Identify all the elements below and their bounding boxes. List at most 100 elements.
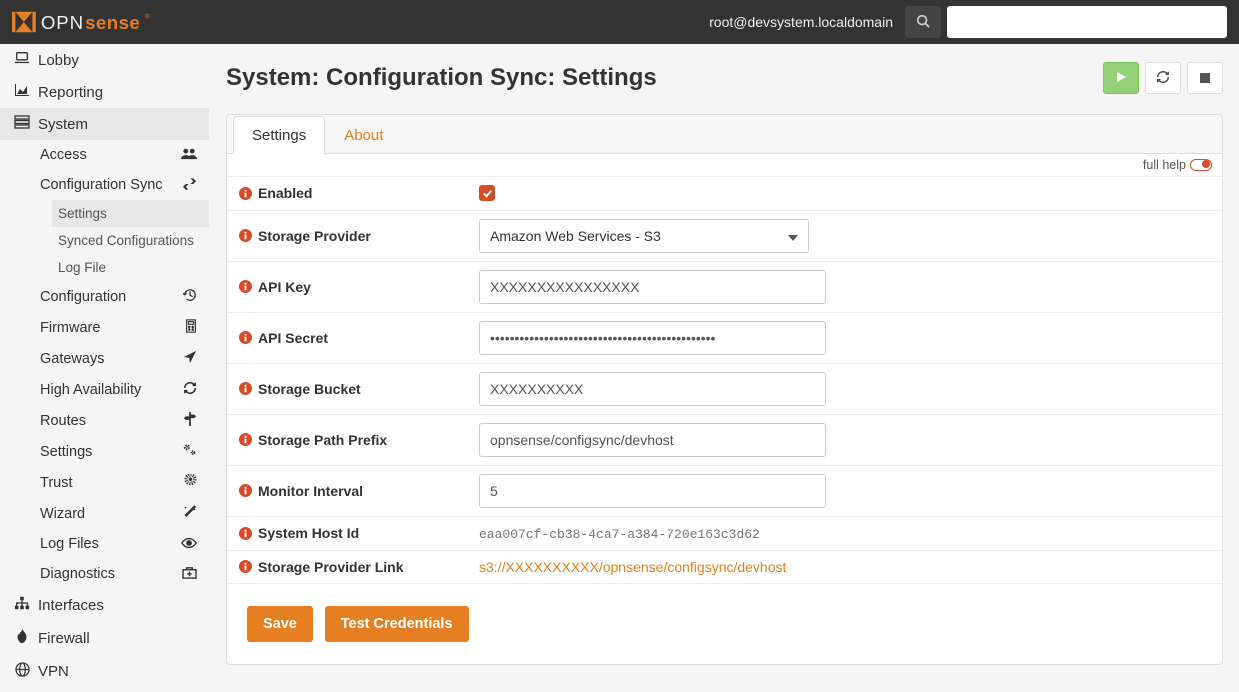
sidebar-item-label: Synced Configurations: [58, 233, 199, 248]
sidebar-item-reporting[interactable]: Reporting: [0, 76, 209, 108]
sidebar-item-interfaces[interactable]: Interfaces: [0, 589, 209, 621]
info-icon[interactable]: [239, 484, 252, 497]
info-icon[interactable]: [239, 560, 252, 573]
service-stop-button[interactable]: [1187, 62, 1223, 94]
sidebar-item-label: Routes: [40, 413, 183, 429]
full-help-label: full help: [1143, 158, 1186, 172]
server-icon: [12, 115, 32, 133]
sidebar-item-label: Lobby: [38, 52, 199, 69]
sidebar-item-settings-sub[interactable]: Settings: [52, 200, 209, 227]
service-start-button[interactable]: [1103, 62, 1139, 94]
save-button[interactable]: Save: [247, 606, 313, 642]
api-key-input[interactable]: [479, 270, 826, 304]
magic-icon: [183, 505, 197, 522]
sidebar-item-synced-configurations[interactable]: Synced Configurations: [52, 227, 209, 254]
sidebar-item-system[interactable]: System: [0, 108, 209, 140]
svg-text:®: ®: [145, 13, 150, 21]
info-icon[interactable]: [239, 187, 252, 200]
sidebar-item-log-files[interactable]: Log Files: [40, 529, 209, 559]
field-label: Storage Provider: [258, 228, 371, 244]
field-label: Enabled: [258, 185, 312, 201]
info-icon[interactable]: [239, 331, 252, 344]
sidebar: Lobby Reporting System Access Configurat…: [0, 44, 210, 692]
sidebar-item-label: Diagnostics: [40, 566, 182, 582]
signs-icon: [183, 412, 197, 429]
interval-input[interactable]: [479, 474, 826, 508]
briefcase-medical-icon: [182, 566, 197, 582]
api-secret-input[interactable]: [479, 321, 826, 355]
sidebar-item-label: Settings: [40, 444, 182, 460]
globe-icon: [12, 662, 32, 681]
field-label: Storage Bucket: [258, 381, 361, 397]
info-icon[interactable]: [239, 527, 252, 540]
sidebar-item-firmware[interactable]: Firmware: [40, 312, 209, 343]
sidebar-item-label: Configuration Sync: [40, 177, 182, 193]
sidebar-item-firewall[interactable]: Firewall: [0, 621, 209, 655]
row-link: Storage Provider Link s3://XXXXXXXXXX/op…: [227, 551, 1222, 584]
sidebar-item-vpn[interactable]: VPN: [0, 655, 209, 688]
sidebar-item-log-file[interactable]: Log File: [52, 254, 209, 281]
user-label[interactable]: root@devsystem.localdomain: [709, 14, 893, 30]
sidebar-item-trust[interactable]: Trust: [40, 467, 209, 498]
row-hostid: System Host Id eaa007cf-cb38-4ca7-a384-7…: [227, 517, 1222, 551]
logo: OPN sense ®: [12, 8, 182, 36]
prefix-input[interactable]: [479, 423, 826, 457]
sidebar-item-routes[interactable]: Routes: [40, 405, 209, 436]
info-icon[interactable]: [239, 280, 252, 293]
sidebar-item-diagnostics[interactable]: Diagnostics: [40, 559, 209, 589]
refresh-icon: [1156, 70, 1170, 87]
sidebar-item-gateways[interactable]: Gateways: [40, 343, 209, 374]
tab-about[interactable]: About: [325, 116, 402, 154]
toggle-icon: [1190, 159, 1212, 171]
sidebar-item-label: Access: [40, 147, 181, 163]
sidebar-item-settings[interactable]: Settings: [40, 436, 209, 467]
svg-text:sense: sense: [85, 12, 140, 33]
sidebar-item-ha[interactable]: High Availability: [40, 374, 209, 405]
bucket-input[interactable]: [479, 372, 826, 406]
info-icon[interactable]: [239, 433, 252, 446]
sidebar-item-label: System: [38, 116, 199, 133]
tabs: Settings About: [227, 115, 1222, 154]
search-icon: [916, 14, 930, 31]
info-icon[interactable]: [239, 382, 252, 395]
full-help-toggle[interactable]: full help: [1143, 158, 1212, 172]
sidebar-item-access[interactable]: Access: [40, 140, 209, 170]
enabled-checkbox[interactable]: [479, 185, 495, 201]
field-label: Storage Provider Link: [258, 559, 403, 575]
sidebar-item-label: Gateways: [40, 351, 183, 367]
sidebar-item-label: VPN: [38, 663, 199, 680]
field-label: System Host Id: [258, 525, 359, 541]
row-interval: Monitor Interval: [227, 466, 1222, 517]
stop-icon: [1200, 70, 1210, 86]
sidebar-item-wizard[interactable]: Wizard: [40, 498, 209, 529]
info-icon[interactable]: [239, 229, 252, 242]
provider-select[interactable]: Amazon Web Services - S3: [479, 219, 809, 253]
row-provider: Storage Provider Amazon Web Services - S…: [227, 211, 1222, 262]
sidebar-item-label: Log File: [58, 260, 199, 275]
row-bucket: Storage Bucket: [227, 364, 1222, 415]
sidebar-item-lobby[interactable]: Lobby: [0, 44, 209, 76]
action-bar: Save Test Credentials: [227, 584, 1222, 664]
field-label: Storage Path Prefix: [258, 432, 387, 448]
eye-icon: [181, 537, 197, 552]
refresh-icon: [183, 381, 197, 398]
tab-settings[interactable]: Settings: [233, 116, 325, 154]
test-credentials-button[interactable]: Test Credentials: [325, 606, 469, 642]
search-button[interactable]: [905, 6, 941, 38]
field-label: API Key: [258, 279, 311, 295]
sidebar-item-label: Wizard: [40, 506, 183, 522]
row-api-key: API Key: [227, 262, 1222, 313]
service-restart-button[interactable]: [1145, 62, 1181, 94]
hostid-value: eaa007cf-cb38-4ca7-a384-720e163c3d62: [479, 527, 760, 542]
row-enabled: Enabled: [227, 177, 1222, 211]
select-value: Amazon Web Services - S3: [490, 228, 661, 244]
page-title: System: Configuration Sync: Settings: [226, 64, 657, 92]
provider-link[interactable]: s3://XXXXXXXXXX/opnsense/configsync/devh…: [479, 559, 786, 575]
location-icon: [183, 350, 197, 367]
sidebar-item-configuration[interactable]: Configuration: [40, 281, 209, 312]
sidebar-item-configuration-sync[interactable]: Configuration Sync: [40, 170, 209, 200]
field-label: Monitor Interval: [258, 483, 363, 499]
certificate-icon: [184, 474, 197, 491]
laptop-icon: [12, 51, 32, 69]
search-input[interactable]: [947, 6, 1227, 38]
